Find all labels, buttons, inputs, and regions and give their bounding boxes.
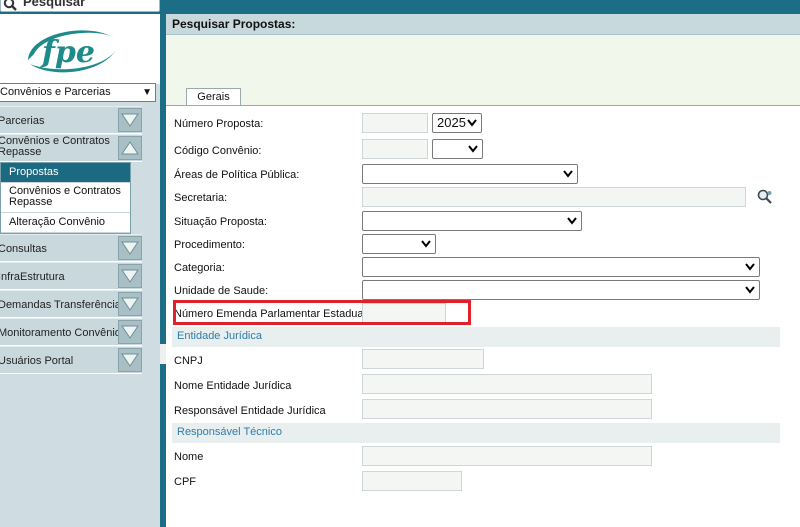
sidebar-item-convenios-contratos[interactable]: Convênios e Contratos Repasse [0, 134, 142, 162]
sidebar-item-label: Convênios e Contratos Repasse [0, 136, 110, 158]
cnpj-input[interactable] [362, 349, 484, 369]
chevron-down-icon [121, 325, 139, 339]
sidebar-item-label: Parcerias [0, 115, 45, 127]
chevron-down-icon [121, 297, 139, 311]
nome-entidade-input[interactable] [362, 374, 652, 394]
numero-proposta-year-select[interactable]: 2025 [432, 113, 482, 133]
chevron-down-icon: ▼ [142, 87, 152, 98]
sidebar-submenu: Propostas Convênios e Contratos Repasse … [0, 162, 131, 234]
cpf-input[interactable] [362, 471, 462, 491]
chevron-down-icon [745, 286, 755, 294]
submenu-item-label: Alteração Convênio [9, 216, 106, 228]
sidebar-item-label: Consultas [0, 243, 47, 255]
expand-toggle[interactable] [118, 292, 142, 316]
tab-divider [166, 105, 800, 106]
header-band [166, 35, 800, 105]
chevron-up-icon [121, 141, 139, 155]
submenu-item-propostas[interactable]: Propostas [1, 163, 130, 183]
secretaria-input[interactable] [362, 187, 746, 207]
situacao-proposta-select[interactable] [362, 211, 582, 231]
secretaria-label: Secretaria: [174, 192, 228, 204]
sidebar-item-consultas[interactable]: Consultas [0, 234, 142, 262]
sidebar-item-parcerias[interactable]: Parcerias [0, 106, 142, 134]
section-title: Responsável Técnico [177, 426, 282, 438]
sidebar-item-usuarios-portal[interactable]: Usuários Portal [0, 346, 142, 374]
submenu-item-label: Propostas [9, 166, 59, 178]
top-bar: Pesquisar [0, 0, 800, 14]
unidade-saude-select[interactable] [362, 280, 760, 300]
codigo-convenio-input[interactable] [362, 139, 428, 159]
nome-entidade-label: Nome Entidade Jurídica [174, 380, 292, 392]
codigo-convenio-year-select[interactable] [432, 139, 483, 159]
sidebar-item-label: Demandas Transferências [0, 299, 127, 311]
chevron-down-icon [121, 269, 139, 283]
sidebar-item-monitoramento-convenios[interactable]: Monitoramento Convênios [0, 318, 142, 346]
search-label: Pesquisar [23, 0, 86, 9]
categoria-select[interactable] [362, 257, 760, 277]
submenu-item-alteracao-convenio[interactable]: Alteração Convênio [1, 213, 130, 233]
section-entidade-juridica: Entidade Jurídica [172, 327, 780, 347]
module-select[interactable]: Convênios e Parcerias ▼ [0, 83, 156, 102]
module-select-value: Convênios e Parcerias [0, 86, 111, 98]
areas-politica-select[interactable] [362, 164, 578, 184]
label-line2: Repasse [0, 146, 42, 158]
procedimento-select[interactable] [362, 234, 436, 254]
label-line2: Repasse [9, 196, 53, 208]
lookup-search-icon[interactable] [756, 188, 774, 206]
sidebar-item-infraestrutura[interactable]: InfraEstrutura [0, 262, 142, 290]
expand-toggle[interactable] [118, 108, 142, 132]
chevron-down-icon [745, 263, 755, 271]
expand-toggle[interactable] [118, 320, 142, 344]
sidebar-item-label: InfraEstrutura [0, 271, 65, 283]
situacao-proposta-label: Situação Proposta: [174, 216, 267, 228]
categoria-label: Categoria: [174, 262, 225, 274]
responsavel-entidade-label: Responsável Entidade Jurídica [174, 405, 326, 417]
chevron-down-icon [121, 241, 139, 255]
collapse-toggle[interactable] [118, 136, 142, 160]
areas-politica-label: Áreas de Política Pública: [174, 169, 300, 181]
unidade-saude-label: Unidade de Saude: [174, 285, 269, 297]
chevron-down-icon [121, 113, 139, 127]
fpe-logo: fpe [28, 30, 116, 73]
chevron-down-icon [467, 119, 477, 127]
sidebar-menu: Parcerias Convênios e Contratos Repasse … [0, 106, 142, 374]
sidebar-item-demandas-transferencias[interactable]: Demandas Transferências [0, 290, 142, 318]
logo-area: fpe [0, 14, 160, 84]
cpf-label: CPF [174, 476, 196, 488]
expand-toggle[interactable] [118, 236, 142, 260]
section-title: Entidade Jurídica [177, 330, 262, 342]
numero-proposta-input[interactable] [362, 113, 428, 133]
svg-text:fpe: fpe [40, 35, 95, 70]
responsavel-entidade-input[interactable] [362, 399, 652, 419]
page-title: Pesquisar Propostas: [172, 17, 296, 31]
expand-toggle[interactable] [118, 348, 142, 372]
chevron-down-icon [567, 217, 577, 225]
sidebar: fpe Convênios e Parcerias ▼ Parcerias Co… [0, 14, 160, 527]
search-icon [3, 0, 17, 11]
sidebar-item-label: Monitoramento Convênios [0, 327, 127, 339]
highlight-box [173, 300, 471, 325]
main-panel: Pesquisar Propostas: Gerais Número Propo… [166, 14, 800, 527]
chevron-down-icon [468, 145, 478, 153]
year-value: 2025 [437, 115, 466, 130]
page-header: Pesquisar Propostas: [166, 14, 800, 35]
sidebar-item-label: Usuários Portal [0, 355, 74, 367]
cnpj-label: CNPJ [174, 355, 203, 367]
tab-gerais[interactable]: Gerais [186, 88, 241, 106]
nome-tecnico-input[interactable] [362, 446, 652, 466]
submenu-item-convenios-contratos[interactable]: Convênios e Contratos Repasse [1, 183, 130, 213]
section-responsavel-tecnico: Responsável Técnico [172, 423, 780, 443]
codigo-convenio-label: Código Convênio: [174, 145, 262, 157]
expand-toggle[interactable] [118, 264, 142, 288]
numero-proposta-label: Número Proposta: [174, 118, 264, 130]
chevron-down-icon [121, 353, 139, 367]
chevron-down-icon [563, 170, 573, 178]
procedimento-label: Procedimento: [174, 239, 245, 251]
nome-tecnico-label: Nome [174, 451, 204, 463]
search-input[interactable]: Pesquisar [0, 0, 160, 12]
chevron-down-icon [421, 240, 431, 248]
